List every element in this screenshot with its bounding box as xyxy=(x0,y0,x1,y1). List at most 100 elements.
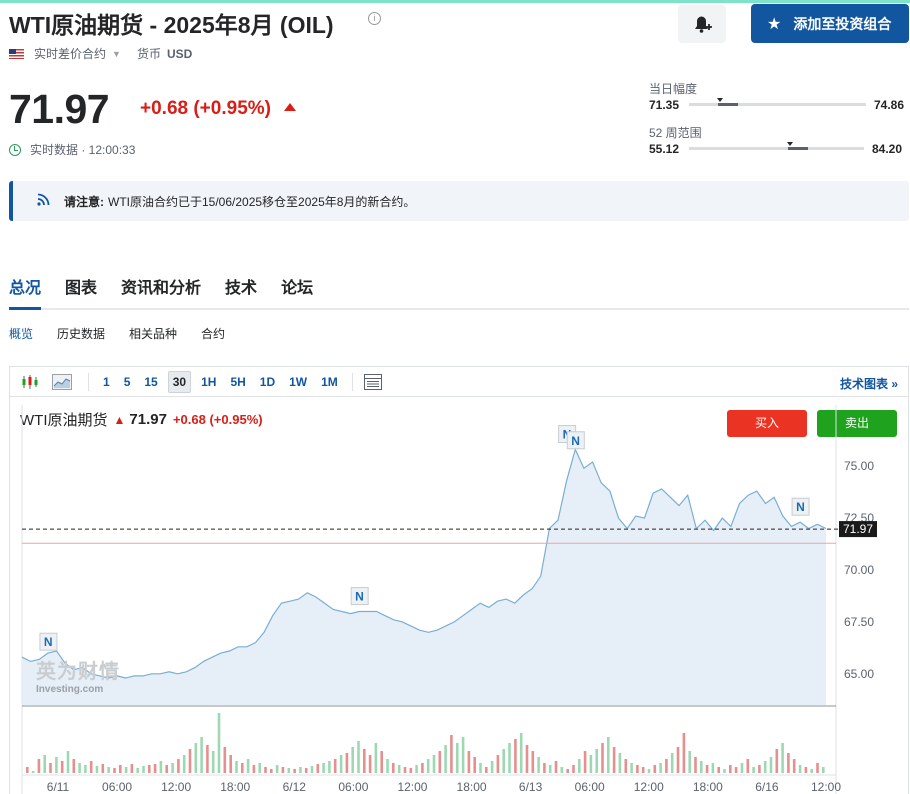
volume-bar xyxy=(322,763,325,773)
x-tick-label: 06:00 xyxy=(338,780,368,794)
volume-bar xyxy=(816,763,819,773)
volume-bar xyxy=(461,737,465,773)
volume-bar xyxy=(392,763,395,773)
volume-bar xyxy=(810,769,813,773)
volume-bar xyxy=(275,765,279,773)
volume-bar xyxy=(136,768,139,773)
tab-forum[interactable]: 论坛 xyxy=(281,273,313,310)
volume-bar xyxy=(659,763,662,773)
instrument-meta: 实时差价合约 ▼ 货币 USD xyxy=(9,45,192,62)
subtab-historical-data[interactable]: 历史数据 xyxy=(57,325,105,342)
volume-bar xyxy=(113,768,116,773)
subtab-summary[interactable]: 概览 xyxy=(9,325,33,342)
top-accent-line xyxy=(0,0,910,3)
x-tick-label: 6/16 xyxy=(755,780,779,794)
realtime-status: 实时数据 · 12:00:33 xyxy=(9,141,135,158)
x-tick-label: 06:00 xyxy=(102,780,132,794)
day-range-label: 当日幅度 xyxy=(649,82,698,96)
day-range-high: 74.86 xyxy=(874,98,905,112)
volume-bar xyxy=(235,761,238,773)
contract-type-dropdown[interactable]: 实时差价合约 xyxy=(34,45,106,62)
add-alert-button[interactable] xyxy=(678,5,726,43)
tab-technical[interactable]: 技术 xyxy=(225,273,257,310)
volume-bar xyxy=(339,755,343,773)
volume-bar xyxy=(479,763,482,773)
volume-bar xyxy=(426,759,430,773)
volume-bar xyxy=(211,751,215,773)
x-tick-label: 12:00 xyxy=(161,780,191,794)
volume-bar xyxy=(729,765,732,773)
volume-bar xyxy=(182,755,186,773)
currency-label: 货币 xyxy=(136,47,161,61)
volume-bar xyxy=(787,753,790,773)
volume-bar xyxy=(711,763,715,773)
volume-bar xyxy=(525,745,529,773)
volume-bar xyxy=(624,759,628,773)
x-tick-label: 6/12 xyxy=(283,780,307,794)
change-value: +0.68 xyxy=(140,98,189,119)
x-tick-label: 12:00 xyxy=(811,780,841,794)
week52-range-low: 55.12 xyxy=(649,142,680,156)
x-tick-label: 18:00 xyxy=(457,780,487,794)
volume-bar xyxy=(363,749,366,773)
week52-range-label: 52 周范围 xyxy=(649,126,702,140)
y-tick-label: 70.00 xyxy=(844,563,874,577)
volume-bar xyxy=(578,759,581,773)
volume-bar xyxy=(72,759,76,773)
volume-bar xyxy=(450,735,453,773)
volume-bar xyxy=(217,713,221,773)
volume-bar xyxy=(252,765,256,773)
volume-bar xyxy=(560,767,564,773)
tab-news-analysis[interactable]: 资讯和分析 xyxy=(121,273,201,310)
volume-bar xyxy=(572,765,575,773)
bell-plus-icon xyxy=(695,16,712,33)
add-to-portfolio-button[interactable]: ★ 添加至投资组合 xyxy=(751,4,909,43)
volume-bar xyxy=(566,769,569,773)
day-range-low: 71.35 xyxy=(649,98,680,112)
volume-bar xyxy=(781,743,784,773)
volume-bar xyxy=(723,769,726,773)
volume-bar xyxy=(397,765,401,773)
volume-bar xyxy=(293,769,296,773)
volume-bar xyxy=(548,765,552,773)
price-chart[interactable]: 65.0067.5070.0072.5075.0071.97NNNNN6/110… xyxy=(10,367,908,794)
volume-bar xyxy=(316,764,320,773)
volume-bar xyxy=(502,749,505,773)
chevron-down-icon: ▼ xyxy=(112,48,121,59)
subtab-related[interactable]: 相关品种 xyxy=(129,325,177,342)
volume-bar xyxy=(223,747,227,773)
volume-bar xyxy=(304,768,308,773)
week52-range-bar xyxy=(689,147,864,150)
volume-bar xyxy=(822,767,825,773)
x-tick-label: 6/11 xyxy=(47,780,70,794)
price-change: +0.68 (+0.95%) xyxy=(140,98,297,120)
tab-chart[interactable]: 图表 xyxy=(65,273,97,310)
volume-bar xyxy=(165,765,168,773)
current-price-label: 71.97 xyxy=(843,522,873,536)
volume-bar xyxy=(804,767,808,773)
volume-bar xyxy=(670,753,674,773)
volume-bar xyxy=(752,767,755,773)
week52-range-marker xyxy=(787,142,794,146)
volume-bar xyxy=(589,755,593,773)
volume-bar xyxy=(241,763,244,773)
info-icon[interactable]: i xyxy=(368,12,381,25)
volume-bar xyxy=(153,764,157,773)
volume-bar xyxy=(717,767,720,773)
news-marker-label: N xyxy=(571,434,580,448)
subtab-contracts[interactable]: 合约 xyxy=(201,325,225,342)
x-tick-label: 12:00 xyxy=(634,780,664,794)
volume-bar xyxy=(357,741,360,773)
tab-overview[interactable]: 总况 xyxy=(9,273,42,310)
day-range-marker xyxy=(717,98,724,102)
volume-bar xyxy=(43,755,46,773)
volume-bar xyxy=(746,759,750,773)
volume-bar xyxy=(55,757,58,773)
volume-bar xyxy=(403,767,407,773)
volume-bar xyxy=(159,761,163,773)
sub-tabs: 概览 历史数据 相关品种 合约 xyxy=(9,325,249,342)
volume-bar xyxy=(473,757,476,773)
news-marker-label: N xyxy=(355,590,364,604)
volume-bar xyxy=(676,747,680,773)
x-tick-label: 12:00 xyxy=(397,780,427,794)
